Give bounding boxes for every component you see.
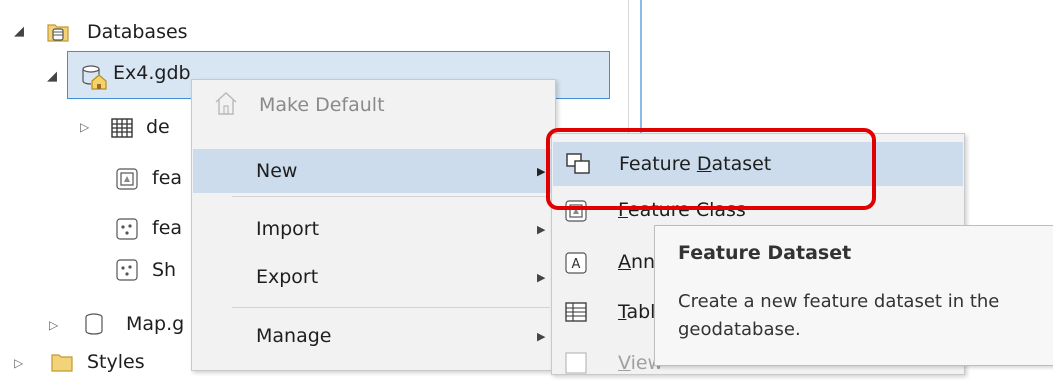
tooltip: Feature Dataset Create a new feature dat… (654, 225, 1053, 366)
tooltip-body-line: Create a new feature dataset in the (678, 291, 1000, 312)
tree-item-styles[interactable]: Styles (87, 350, 145, 374)
menu-item-make-default[interactable]: Make Default (192, 84, 555, 128)
svg-text:A: A (572, 257, 581, 272)
menu-item-import[interactable]: Import ▶ (192, 208, 555, 252)
tooltip-body-line: geodatabase. (678, 319, 801, 340)
menu-item-label: Export (256, 266, 319, 288)
expanded-triangle-icon[interactable]: ◢ (14, 24, 24, 39)
tree-item-ex4-gdb[interactable]: Ex4.gdb (113, 61, 191, 85)
tree-item-databases[interactable]: Databases (87, 20, 188, 44)
collapsed-triangle-icon[interactable]: ▷ (14, 356, 23, 370)
tooltip-title: Feature Dataset (678, 242, 852, 264)
home-icon (215, 92, 237, 115)
context-menu: Make Default New ▶ Import ▶ Export ▶ Man… (191, 79, 556, 371)
collapsed-triangle-icon[interactable]: ▷ (80, 120, 89, 134)
tree-item-map-gdb[interactable]: Map.g (126, 312, 184, 336)
databases-folder-icon (47, 24, 69, 42)
annotation-icon: A (565, 252, 587, 274)
expanded-triangle-icon[interactable]: ◢ (47, 69, 57, 84)
tree-item-child[interactable]: de (146, 115, 170, 139)
tooltip-body: Create a new feature dataset in the geod… (678, 288, 999, 344)
feature-class-polygon-icon (116, 168, 138, 190)
submenu-arrow-icon: ▶ (537, 330, 546, 343)
feature-class-point-icon (116, 259, 138, 281)
tree-item-child[interactable]: fea (152, 216, 182, 240)
collapsed-triangle-icon[interactable]: ▷ (49, 318, 58, 332)
submenu-arrow-icon: ▶ (537, 165, 546, 178)
styles-folder-icon (51, 354, 73, 372)
tree-item-child[interactable]: fea (152, 166, 182, 190)
pane-divider (640, 0, 642, 140)
menu-item-label: Make Default (259, 94, 385, 116)
highlight-annotation-box (546, 128, 876, 210)
menu-separator (232, 196, 550, 197)
submenu-arrow-icon: ▶ (537, 271, 546, 284)
tree-item-child[interactable]: Sh (152, 258, 176, 282)
feature-class-point-icon (116, 218, 138, 240)
view-icon (565, 352, 587, 374)
geodatabase-home-icon (82, 65, 107, 90)
menu-item-manage[interactable]: Manage ▶ (192, 315, 555, 359)
menu-item-export[interactable]: Export ▶ (192, 256, 555, 300)
menu-item-new[interactable]: New ▶ (193, 149, 554, 193)
menu-item-label: Import (256, 218, 320, 240)
table-icon (565, 302, 587, 322)
table-grid-icon (111, 118, 133, 138)
database-icon (85, 313, 103, 335)
pane-divider (628, 0, 629, 140)
menu-item-label: Manage (256, 325, 332, 347)
menu-separator (232, 307, 550, 308)
menu-item-label: New (256, 160, 298, 182)
submenu-arrow-icon: ▶ (537, 223, 546, 236)
